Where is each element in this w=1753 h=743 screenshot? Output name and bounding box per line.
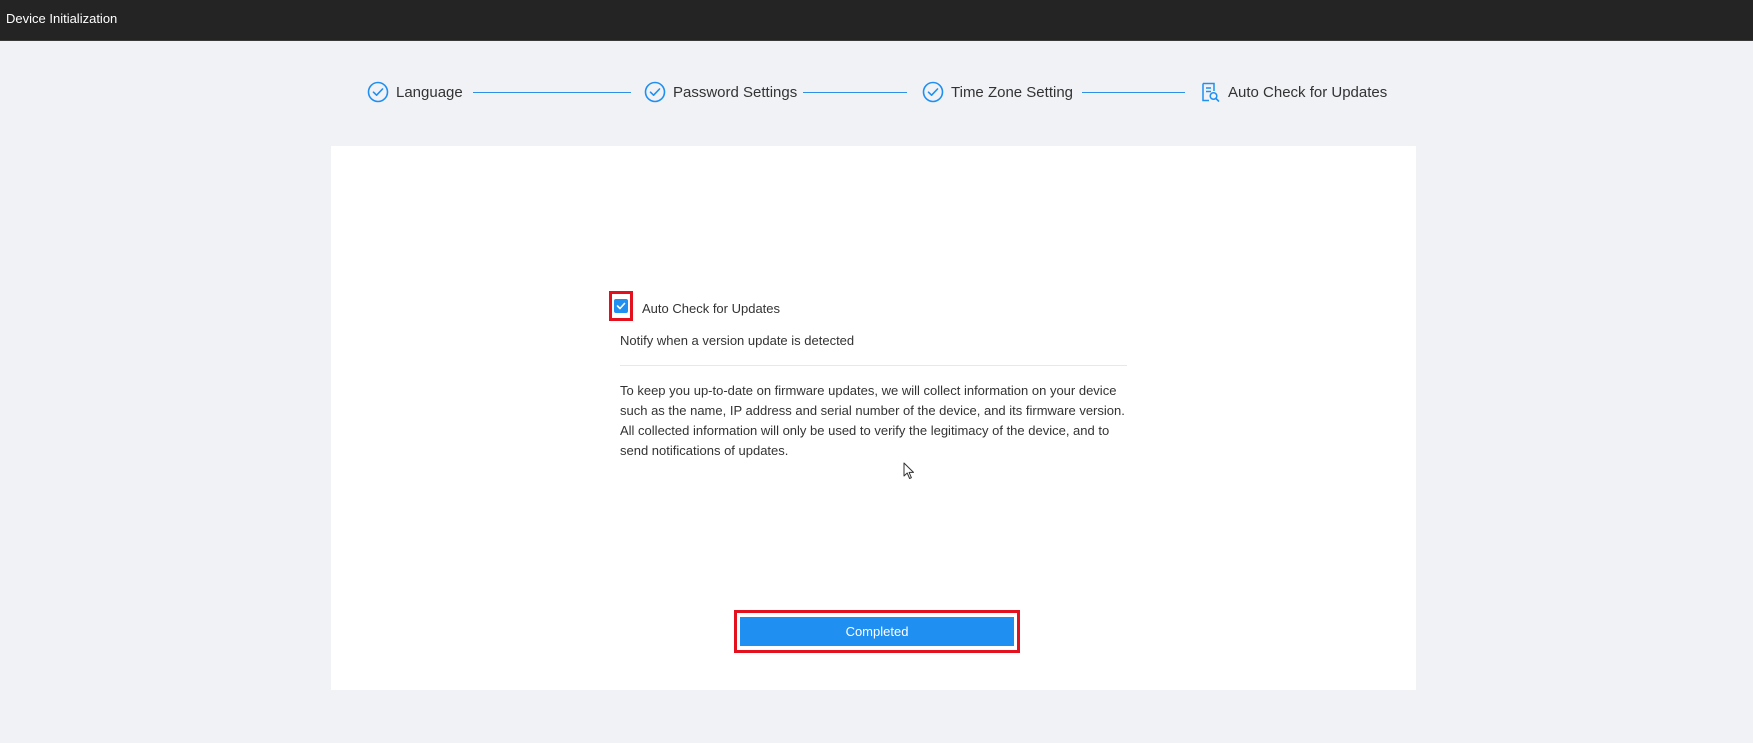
setup-stepper: Language Password Settings Time Zone Set… [0, 0, 1753, 130]
step-language: Language [367, 80, 463, 104]
document-search-icon [1202, 82, 1220, 102]
step-label-time-zone-setting: Time Zone Setting [951, 83, 1073, 101]
step-label-password-settings: Password Settings [673, 83, 798, 101]
step-time-zone-setting: Time Zone Setting [922, 80, 1073, 104]
checkbox-checked [614, 299, 628, 313]
auto-check-updates-checkbox[interactable] [609, 291, 633, 321]
completed-button-highlight: Completed [734, 610, 1020, 653]
step-connector [473, 92, 631, 93]
check-circle-icon [367, 81, 389, 103]
divider [620, 365, 1127, 366]
step-connector [803, 92, 907, 93]
settings-card: Auto Check for Updates Notify when a ver… [331, 146, 1416, 690]
step-label-auto-check-for-updates: Auto Check for Updates [1228, 83, 1388, 101]
step-label-language: Language [396, 83, 463, 101]
completed-button[interactable]: Completed [740, 617, 1014, 646]
step-password-settings: Password Settings [644, 80, 797, 104]
step-connector [1082, 92, 1185, 93]
privacy-description: To keep you up-to-date on firmware updat… [620, 383, 1125, 458]
check-circle-icon [644, 81, 666, 103]
auto-check-updates-label[interactable]: Auto Check for Updates [642, 301, 780, 316]
step-auto-check-for-updates: Auto Check for Updates [1199, 80, 1387, 104]
mouse-cursor-icon [903, 462, 914, 479]
notify-subtitle: Notify when a version update is detected [620, 333, 855, 348]
check-circle-icon [922, 81, 944, 103]
checkmark-icon [616, 302, 626, 310]
